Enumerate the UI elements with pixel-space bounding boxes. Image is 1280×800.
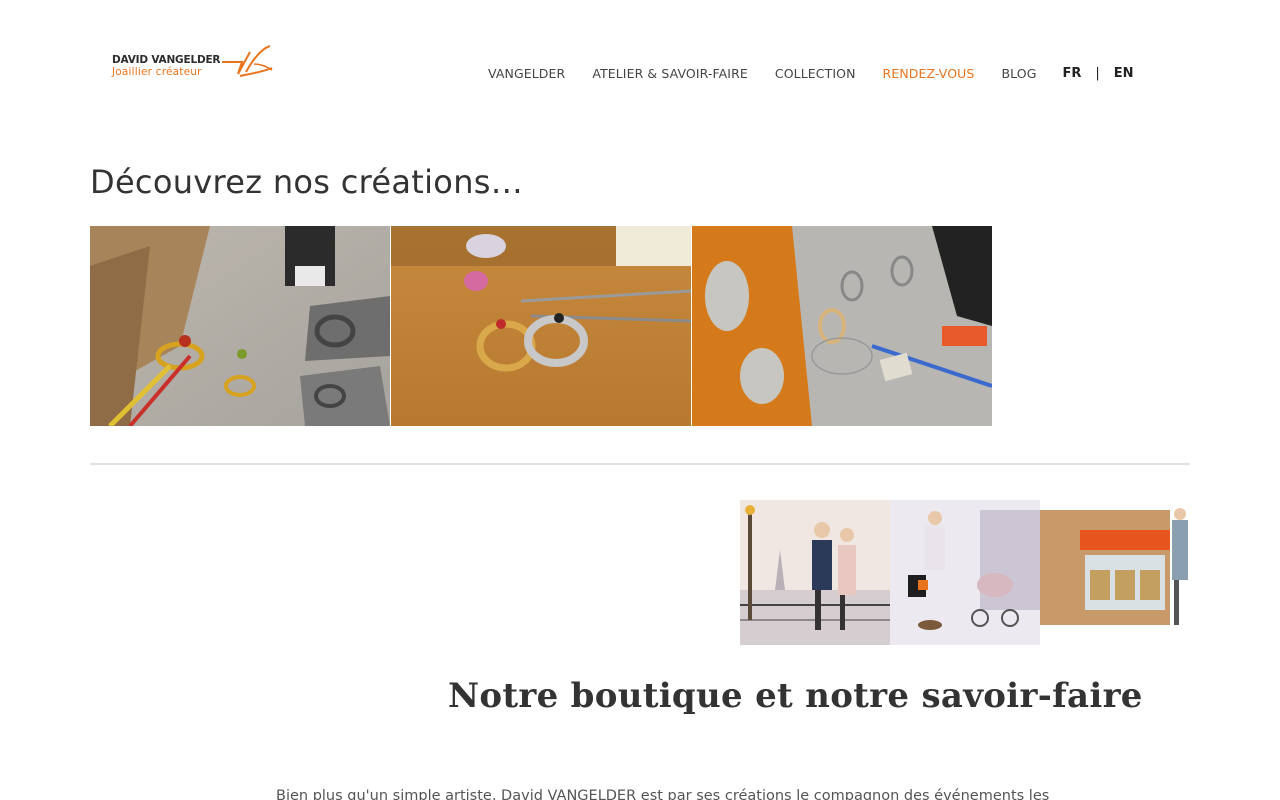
boutique-paragraph: Bien plus qu'un simple artiste, David VA… — [276, 788, 1050, 800]
boutique-title: Notre boutique et notre savoir-faire — [448, 676, 1143, 716]
lang-separator: | — [1095, 65, 1100, 81]
boutique-illustration — [740, 500, 1190, 645]
logo-tagline: Joaillier créateur — [112, 66, 202, 78]
nav-item-rendez-vous[interactable]: RENDEZ-VOUS — [883, 66, 975, 81]
lang-en-link[interactable]: EN — [1114, 66, 1134, 81]
lang-fr-link[interactable]: FR — [1063, 66, 1082, 81]
nav-item-collection[interactable]: COLLECTION — [775, 66, 856, 81]
creations-title: Découvrez nos créations… — [90, 163, 524, 201]
section-divider — [90, 463, 1190, 465]
gallery-image-design-tools[interactable] — [692, 226, 992, 426]
gallery-image-rings-sketches[interactable] — [90, 226, 390, 426]
nav-item-vangelder[interactable]: VANGELDER — [488, 66, 565, 81]
logo-name: DAVID VANGELDER — [112, 54, 221, 66]
logo-mark-icon — [222, 45, 273, 77]
gallery-image-wedding-rings[interactable] — [391, 226, 691, 426]
main-nav: VANGELDER ATELIER & SAVOIR-FAIRE COLLECT… — [488, 64, 1134, 82]
creations-gallery — [90, 226, 992, 426]
nav-item-blog[interactable]: BLOG — [1001, 66, 1036, 81]
site-header: DAVID VANGELDER Joaillier créateur VANGE… — [0, 0, 1280, 130]
nav-item-atelier[interactable]: ATELIER & SAVOIR-FAIRE — [592, 66, 748, 81]
site-logo[interactable]: DAVID VANGELDER Joaillier créateur — [110, 44, 273, 84]
